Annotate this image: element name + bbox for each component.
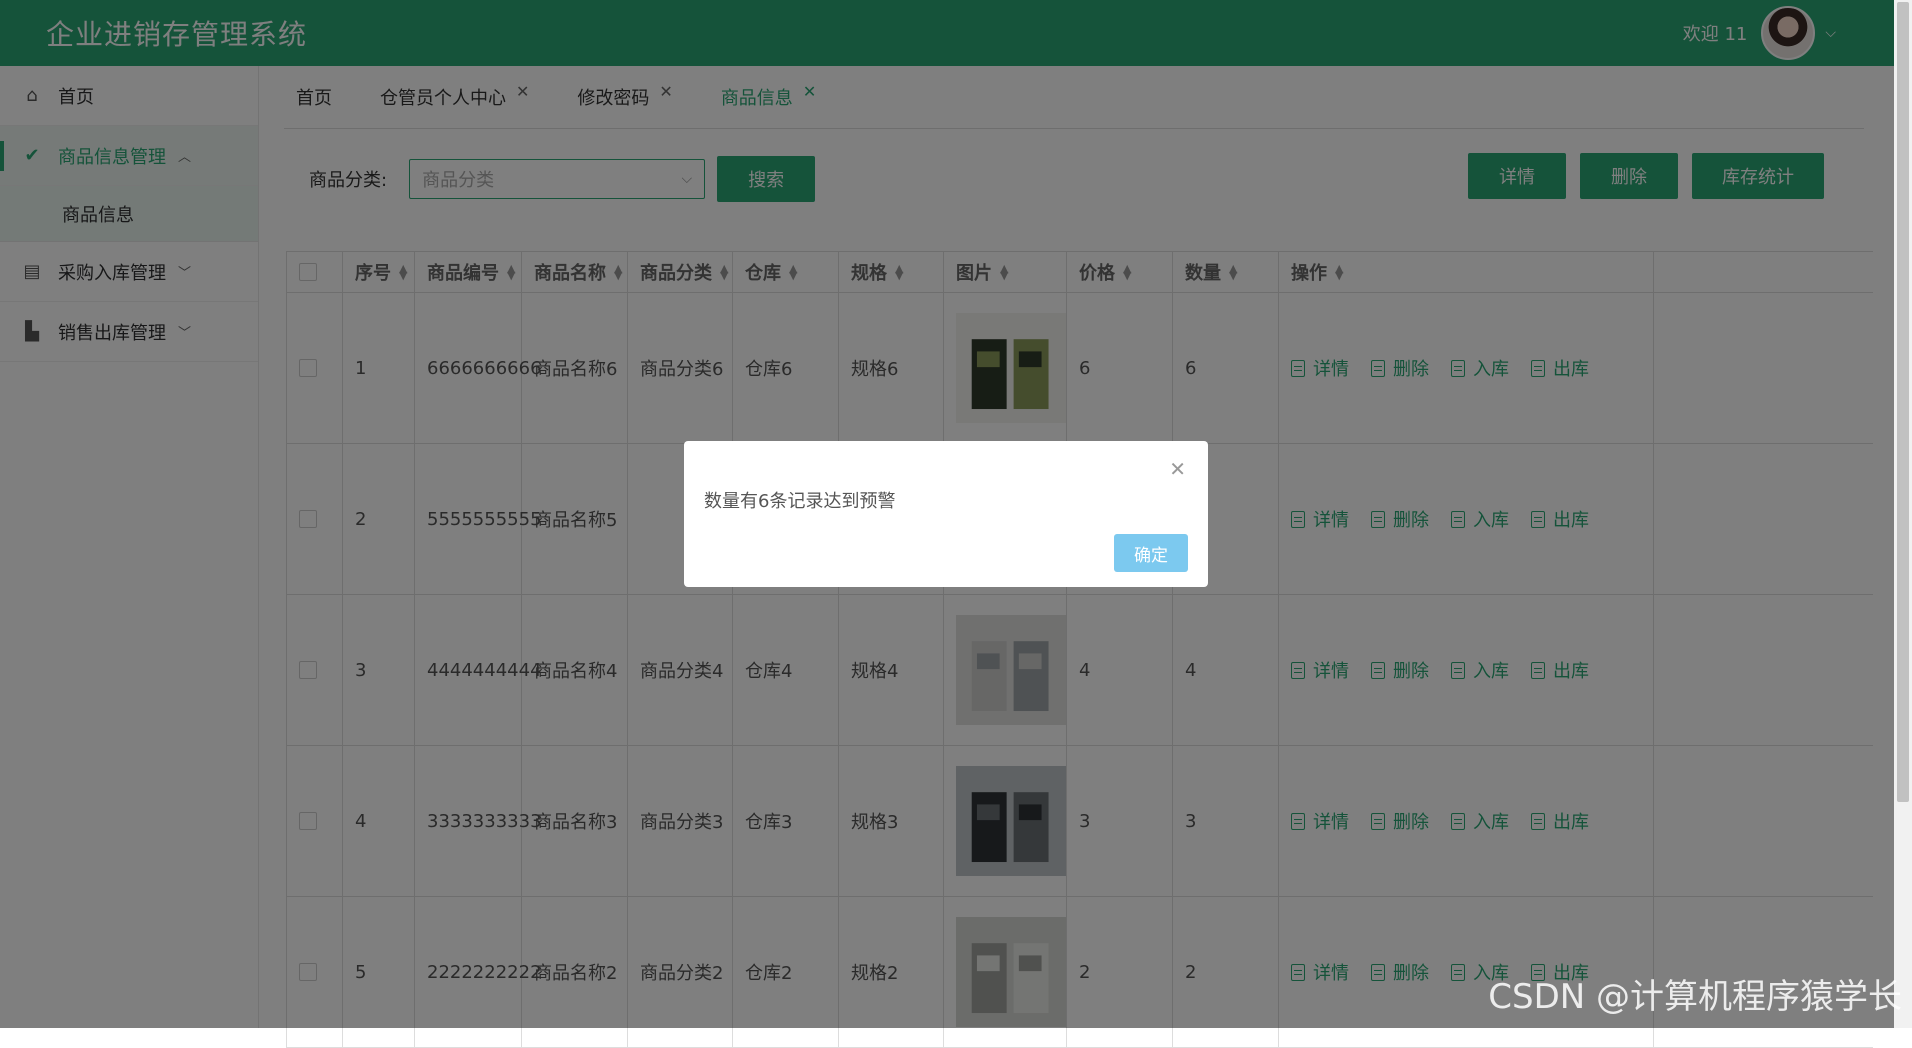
scrollbar-thumb[interactable]	[1897, 2, 1909, 802]
warning-dialog: ✕ 数量有6条记录达到预警 确定	[684, 441, 1208, 587]
scrollbar[interactable]	[1894, 0, 1912, 1028]
watermark: CSDN @计算机程序猿学长	[1488, 977, 1902, 1017]
dialog-message: 数量有6条记录达到预警	[704, 491, 896, 512]
confirm-button[interactable]: 确定	[1114, 534, 1188, 572]
close-icon[interactable]: ✕	[1169, 457, 1186, 481]
